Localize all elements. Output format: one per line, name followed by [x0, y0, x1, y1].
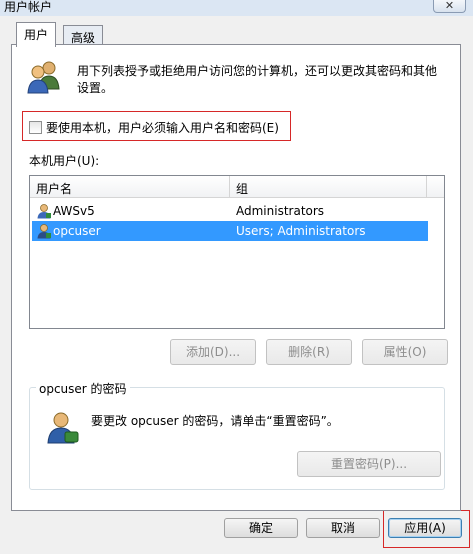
remove-user-button[interactable]: 删除(R) — [266, 339, 352, 365]
require-password-checkbox[interactable] — [29, 121, 42, 134]
tab-panel-users: 用下列表授予或拒绝用户访问您的计算机，还可以更改其密码和其他 设置。 要使用本机… — [11, 44, 461, 511]
ok-button[interactable]: 确定 — [224, 518, 298, 538]
column-header-group[interactable]: 组 — [236, 180, 248, 197]
users-list[interactable]: 用户名 组 AWSv5 Administrators opcuser Users… — [29, 175, 445, 329]
password-group-title: opcuser 的密码 — [36, 380, 130, 397]
user-group-cell: Users; Administrators — [236, 224, 366, 238]
require-password-label[interactable]: 要使用本机，用户必须输入用户名和密码(E) — [46, 119, 279, 136]
users-icon — [27, 61, 60, 94]
users-list-header: 用户名 组 — [30, 176, 444, 198]
window-title: 用户帐户 — [4, 0, 53, 14]
user-key-icon — [47, 412, 79, 444]
add-user-button[interactable]: 添加(D)... — [170, 339, 256, 365]
intro-text: 用下列表授予或拒绝用户访问您的计算机，还可以更改其密码和其他 设置。 — [77, 63, 437, 97]
tab-users[interactable]: 用户 — [16, 22, 57, 47]
reset-password-button[interactable]: 重置密码(P)... — [297, 451, 441, 477]
table-row[interactable]: AWSv5 Administrators — [32, 201, 428, 221]
table-row-selected[interactable]: opcuser Users; Administrators — [32, 221, 428, 241]
column-header-username[interactable]: 用户名 — [36, 180, 72, 197]
users-list-label: 本机用户(U): — [29, 154, 100, 168]
apply-button[interactable]: 应用(A) — [388, 518, 462, 538]
user-group-cell: Administrators — [236, 204, 325, 218]
tab-users-label: 用户 — [24, 28, 49, 42]
password-group: opcuser 的密码 要更改 opcuser 的密码，请单击“重置密码”。 重… — [29, 380, 445, 490]
close-icon: ✕ — [444, 0, 455, 12]
title-bar: 用户帐户 ✕ — [0, 0, 473, 16]
intro-text-line2: 设置。 — [77, 81, 114, 95]
user-name-cell: AWSv5 — [53, 204, 95, 218]
user-name-cell: opcuser — [53, 224, 101, 238]
user-icon — [37, 224, 51, 239]
properties-button[interactable]: 属性(O) — [362, 339, 448, 365]
cancel-button[interactable]: 取消 — [306, 518, 380, 538]
intro-text-line1: 用下列表授予或拒绝用户访问您的计算机，还可以更改其密码和其他 — [77, 64, 438, 78]
tab-advanced-label: 高级 — [71, 31, 96, 45]
user-icon — [37, 204, 51, 219]
password-group-text: 要更改 opcuser 的密码，请单击“重置密码”。 — [91, 414, 339, 428]
close-button[interactable]: ✕ — [433, 0, 466, 13]
